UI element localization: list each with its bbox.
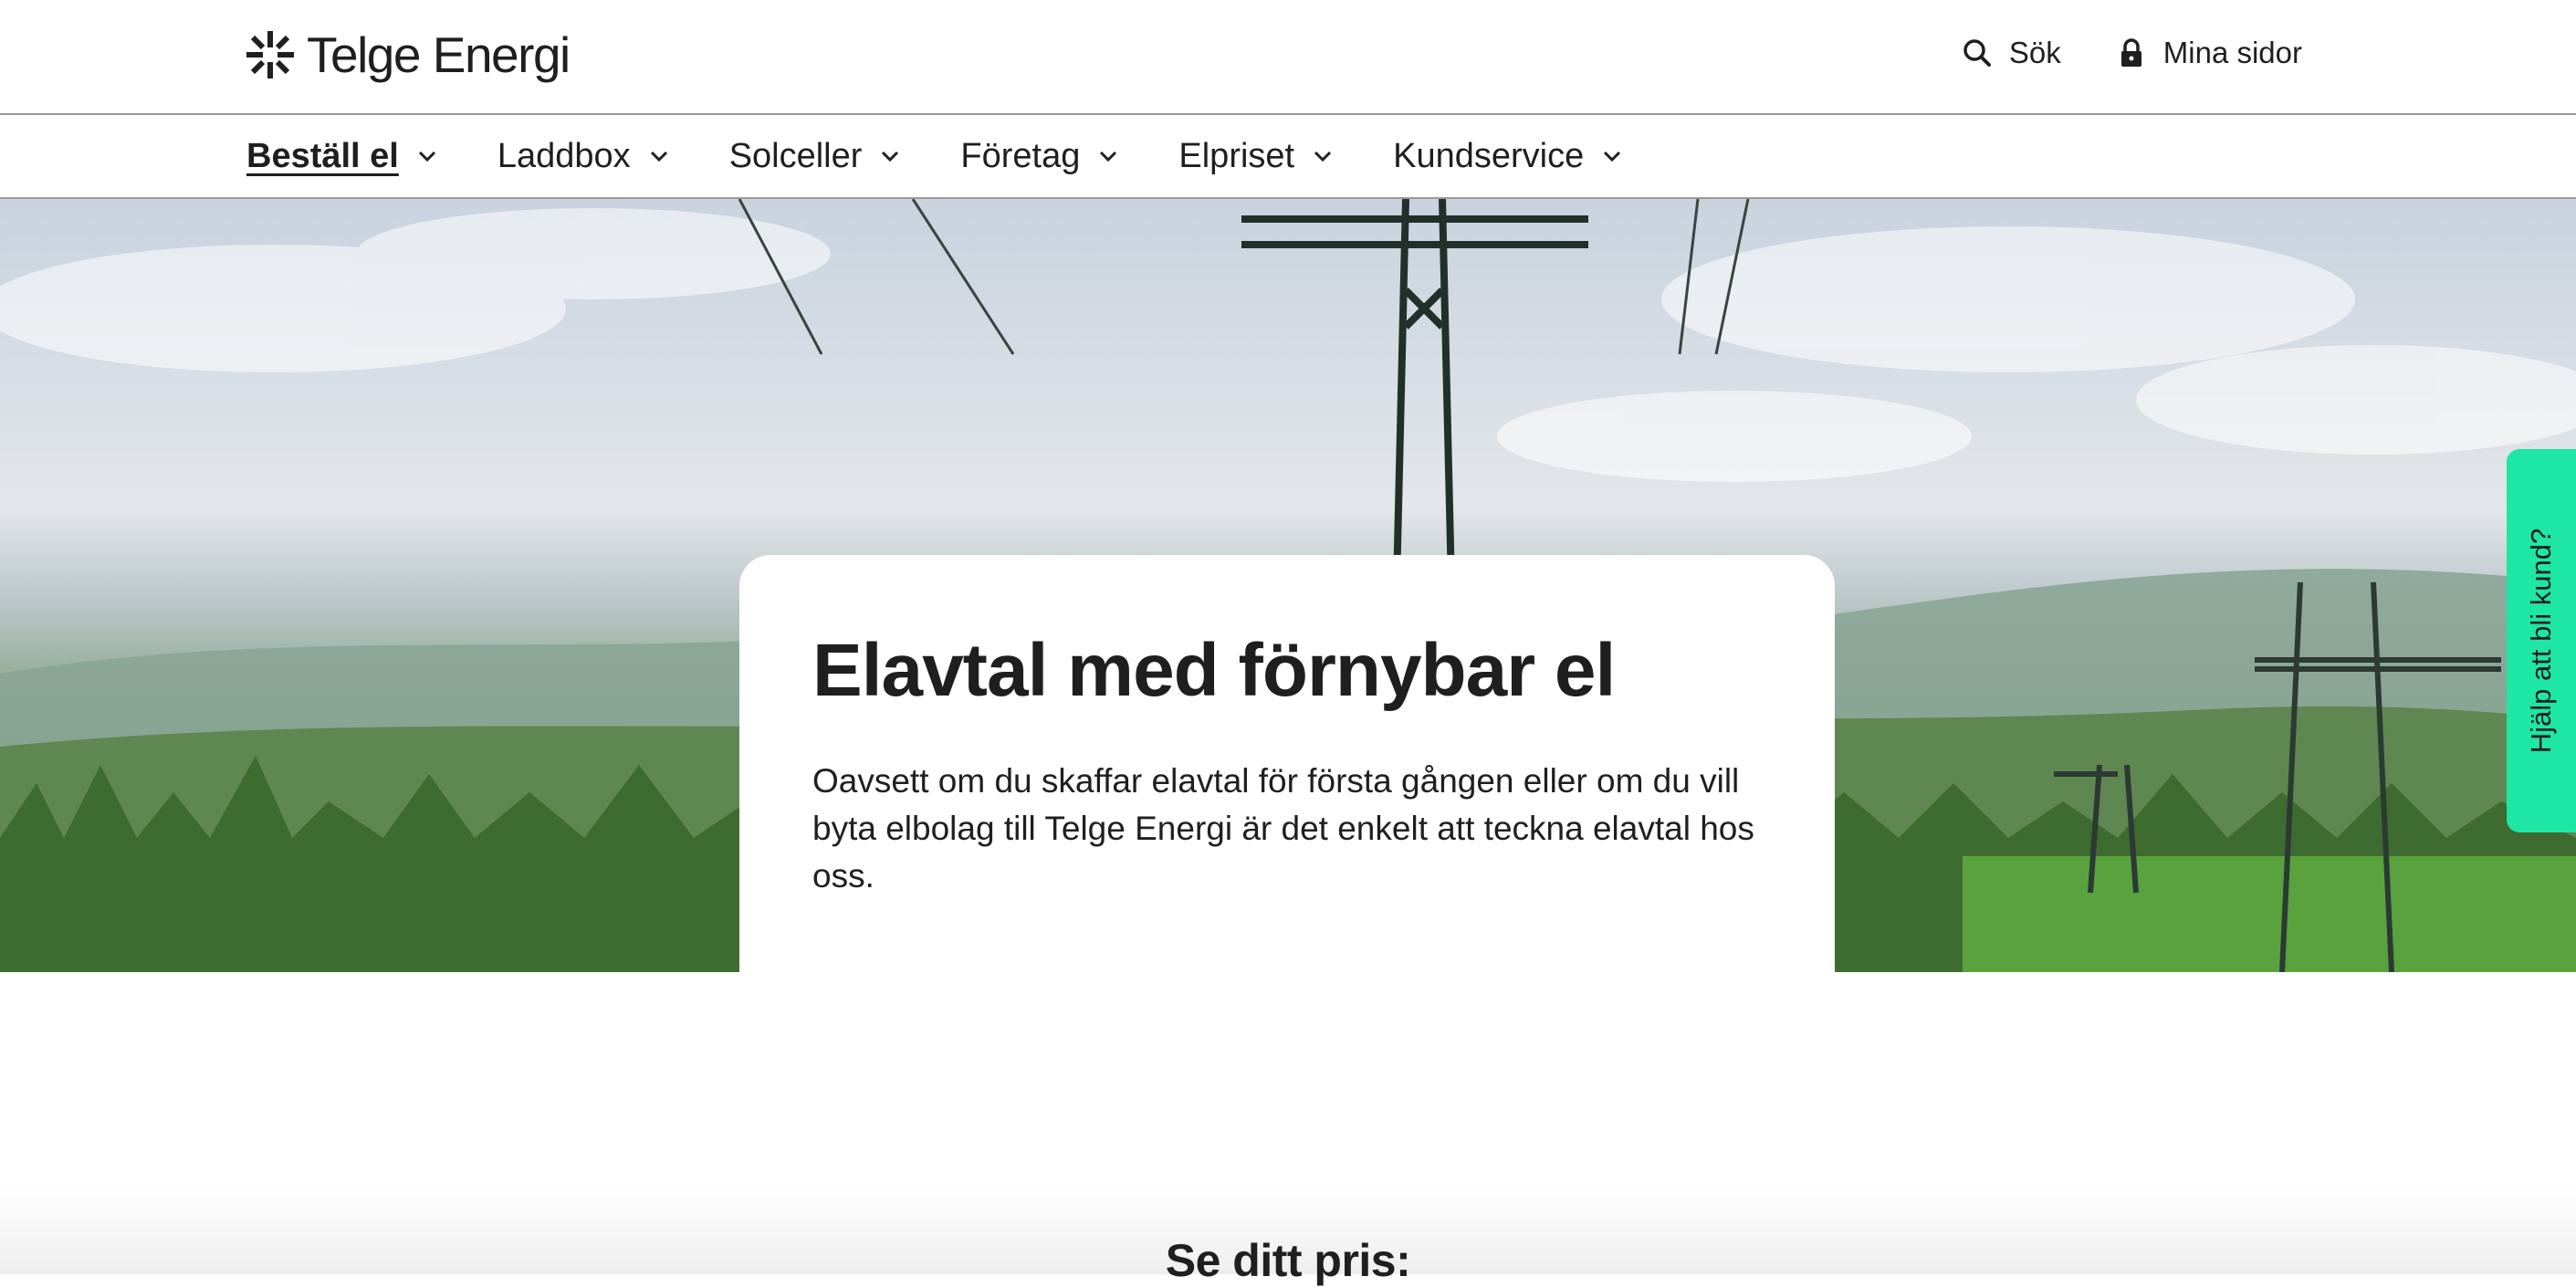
nav-item-elpriset[interactable]: Elpriset (1178, 137, 1335, 176)
main-nav-list: Beställ el Laddbox Solceller Företag Elp… (246, 115, 1682, 197)
brand-logo[interactable]: Telge Energi (245, 26, 571, 84)
help-become-customer-tab[interactable]: Hjälp att bli kund? (2507, 449, 2576, 832)
nav-item-label: Elpriset (1178, 136, 1295, 175)
nav-item-label: Laddbox (497, 136, 631, 175)
main-nav: Beställ el Laddbox Solceller Företag Elp… (0, 115, 2576, 199)
chevron-down-icon (418, 151, 435, 162)
chevron-down-icon (1604, 151, 1621, 162)
nav-item-label: Företag (960, 136, 1081, 175)
nav-item-foretag[interactable]: Företag (960, 137, 1120, 176)
my-pages-button[interactable]: Mina sidor (2116, 36, 2302, 70)
nav-item-laddbox[interactable]: Laddbox (497, 137, 671, 176)
my-pages-label: Mina sidor (2162, 36, 2302, 69)
nav-item-label: Beställ el (246, 136, 399, 175)
price-section-heading: Se ditt pris: (1165, 1235, 1411, 1286)
chevron-down-icon (882, 151, 899, 162)
chevron-down-icon (650, 151, 667, 162)
search-label: Sök (2008, 36, 2061, 69)
nav-item-bestall-el[interactable]: Beställ el (246, 137, 439, 176)
brand-name: Telge Energi (307, 26, 571, 83)
nav-item-kundservice[interactable]: Kundservice (1393, 137, 1624, 176)
hero-card: Elavtal med förnybar el Oavsett om du sk… (739, 555, 1835, 972)
help-tab-label: Hjälp att bli kund? (2525, 528, 2557, 754)
nav-item-solceller[interactable]: Solceller (729, 137, 903, 176)
top-header: Telge Energi Sök Mina sidor (0, 0, 2576, 115)
page-title: Elavtal med förnybar el (812, 629, 1616, 712)
sunburst-logo-icon (246, 31, 294, 78)
search-button[interactable]: Sök (1962, 36, 2061, 70)
lock-icon (2120, 38, 2141, 67)
chevron-down-icon (1314, 151, 1332, 162)
nav-item-label: Kundservice (1393, 136, 1585, 175)
hero-banner: Elavtal med förnybar el Oavsett om du sk… (0, 199, 2576, 972)
hero-description: Oavsett om du skaffar elavtal för första… (812, 762, 1754, 895)
nav-item-label: Solceller (728, 136, 863, 175)
header-actions: Sök Mina sidor (1962, 29, 2302, 77)
chevron-down-icon (1100, 151, 1117, 162)
search-icon (1963, 39, 1991, 67)
